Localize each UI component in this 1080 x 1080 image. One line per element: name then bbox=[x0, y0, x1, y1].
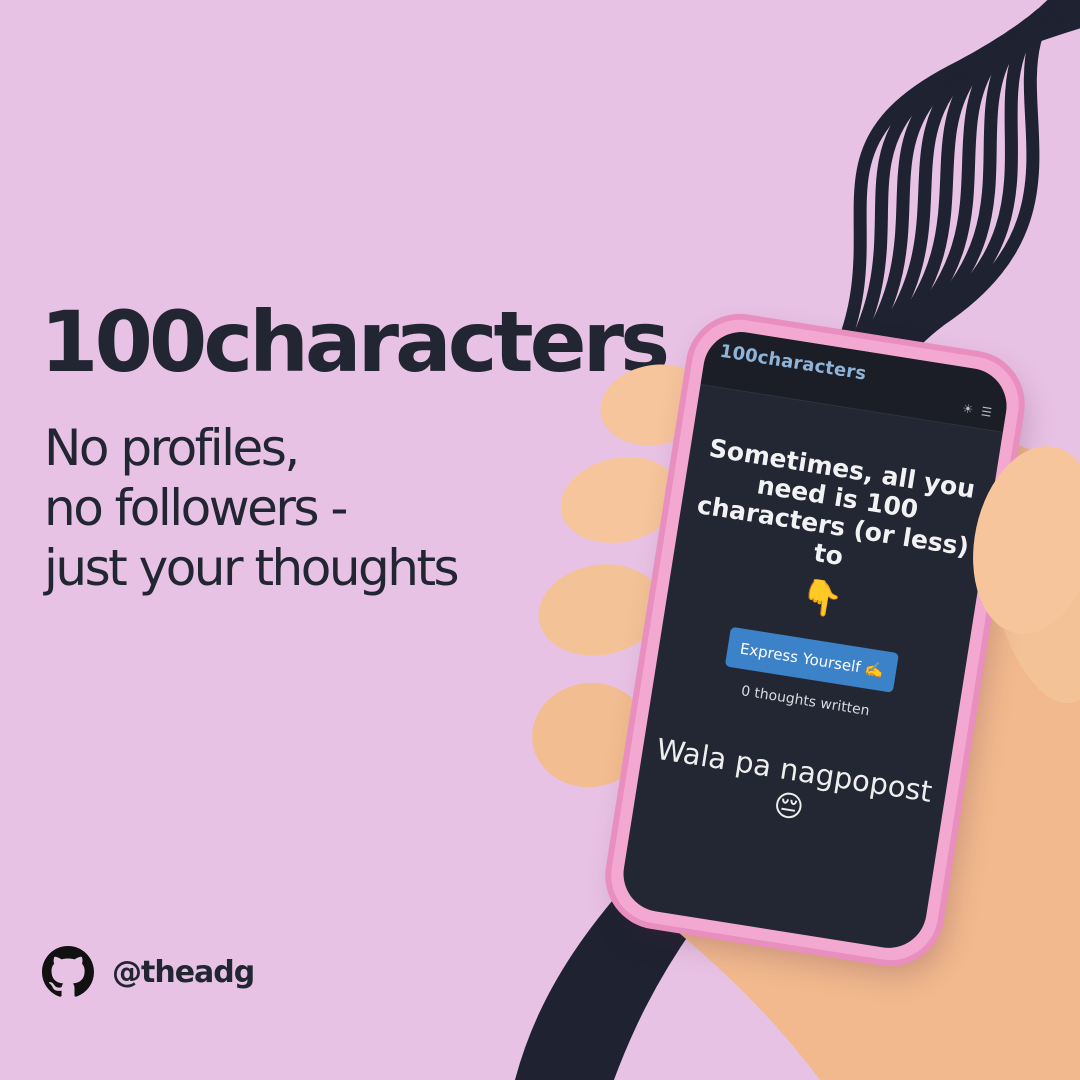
app-toolbar: ☀ ☰ bbox=[961, 401, 992, 419]
app-title[interactable]: 100characters bbox=[718, 341, 867, 385]
github-handle[interactable]: @theadg bbox=[112, 955, 255, 990]
express-yourself-button[interactable]: Express Yourself ✍️ bbox=[724, 626, 899, 693]
empty-state-message: Wala pa nagpopost 😔 bbox=[654, 731, 935, 826]
hand-holding-phone: 100characters ☀ ☰ Sometimes, all you nee… bbox=[0, 0, 1080, 1080]
github-link[interactable]: @theadg bbox=[42, 946, 255, 998]
menu-icon[interactable]: ☰ bbox=[980, 404, 993, 420]
github-icon bbox=[42, 946, 94, 997]
sun-icon[interactable]: ☀ bbox=[961, 401, 974, 417]
